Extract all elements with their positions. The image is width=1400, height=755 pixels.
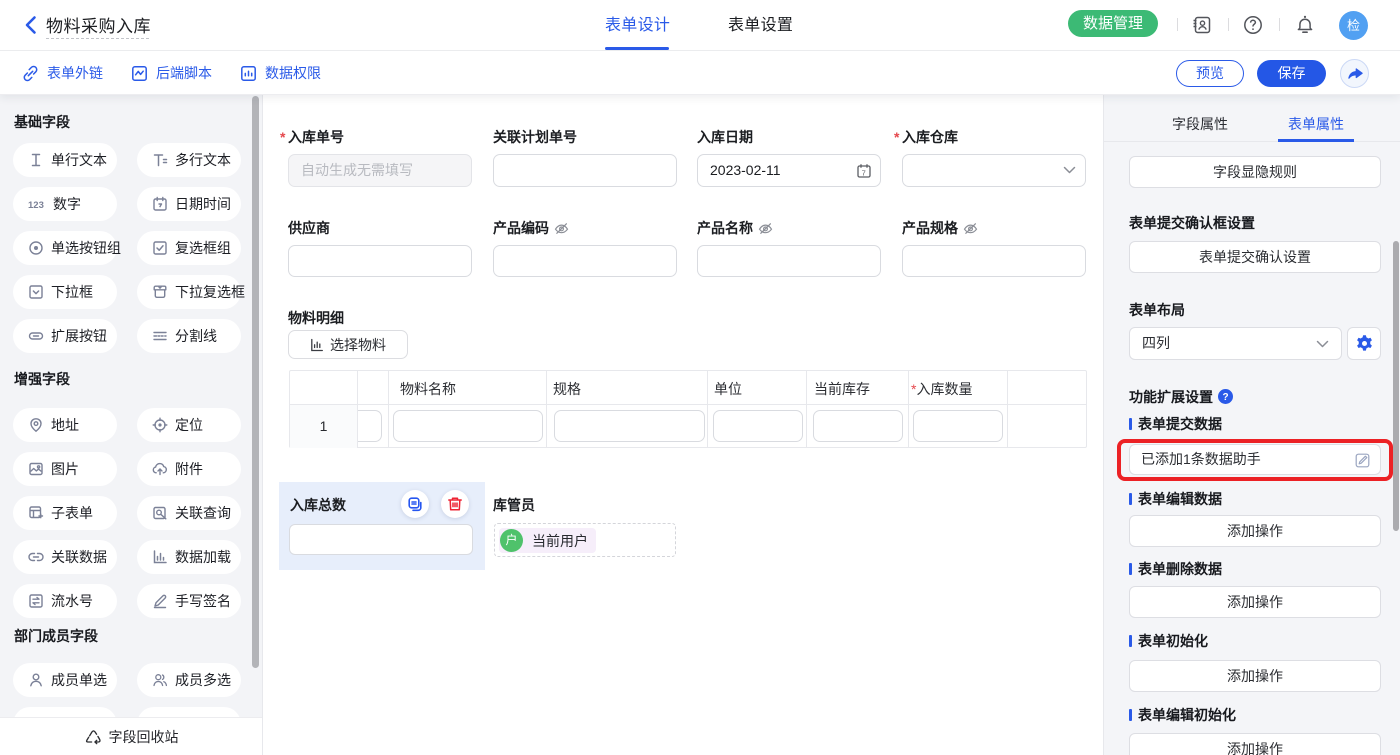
svg-text:?: ? xyxy=(1222,392,1228,403)
svg-text:7: 7 xyxy=(862,168,866,177)
svg-text:123: 123 xyxy=(28,200,44,210)
